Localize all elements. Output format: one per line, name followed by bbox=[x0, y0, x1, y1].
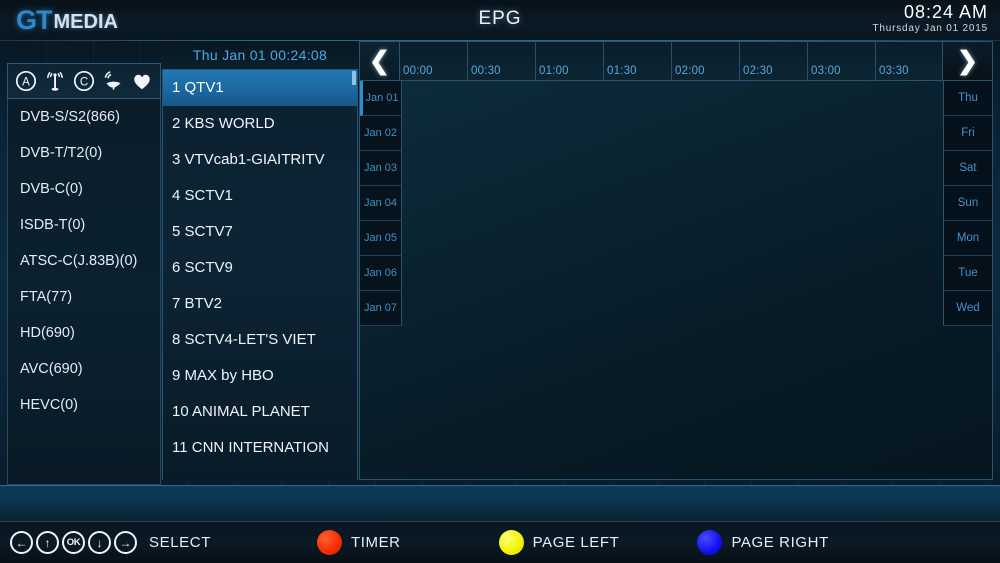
arrow-right-key-icon[interactable]: → bbox=[114, 531, 137, 554]
day-cell[interactable]: Tue bbox=[943, 256, 992, 291]
date-cell[interactable]: Jan 01 bbox=[360, 81, 402, 116]
timer-label: TIMER bbox=[350, 534, 401, 551]
tuner-icon-bar: A C bbox=[7, 63, 161, 99]
page-right-label: PAGE RIGHT bbox=[731, 534, 829, 551]
filter-row[interactable]: ATSC-C(J.83B)(0) bbox=[8, 243, 160, 279]
filter-row[interactable]: DVB-C(0) bbox=[8, 171, 160, 207]
filter-row[interactable]: DVB-S/S2(866) bbox=[8, 99, 160, 135]
timeline-slot-label: 00:00 bbox=[403, 65, 433, 77]
timeline-slot[interactable]: 00:00 bbox=[400, 42, 468, 80]
channel-row[interactable]: 6 SCTV9 bbox=[163, 250, 357, 286]
ok-key-icon[interactable]: OK bbox=[62, 531, 85, 554]
timeline-slot[interactable]: 01:00 bbox=[536, 42, 604, 80]
channel-row[interactable]: 7 BTV2 bbox=[163, 286, 357, 322]
channel-row[interactable]: 4 SCTV1 bbox=[163, 178, 357, 214]
chevron-right-icon: ❯ bbox=[957, 46, 978, 75]
channel-row-selected[interactable]: 1 QTV1 bbox=[163, 70, 357, 106]
filter-row[interactable]: ISDB-T(0) bbox=[8, 207, 160, 243]
timeline-slot[interactable]: 03:30 bbox=[876, 42, 944, 80]
date-cell[interactable]: Jan 04 bbox=[360, 186, 402, 221]
timeline-slot[interactable]: 02:30 bbox=[740, 42, 808, 80]
channel-row[interactable]: 8 SCTV4-LET'S VIET bbox=[163, 322, 357, 358]
legend-select: ← ↑ OK ↓ → SELECT bbox=[10, 522, 211, 563]
red-button-icon[interactable] bbox=[316, 530, 342, 555]
timeline-slot-label: 03:00 bbox=[811, 65, 841, 77]
page-title: EPG bbox=[478, 8, 522, 29]
heart-icon[interactable] bbox=[130, 69, 154, 93]
date-cell[interactable]: Jan 02 bbox=[360, 116, 402, 151]
circled-a-icon[interactable]: A bbox=[14, 69, 38, 93]
timeline-slot-label: 03:30 bbox=[879, 65, 909, 77]
day-cell[interactable]: Mon bbox=[943, 221, 992, 256]
clock-date: Thursday Jan 01 2015 bbox=[872, 23, 988, 34]
day-cell[interactable]: Sun bbox=[943, 186, 992, 221]
timeline-prev-button[interactable]: ❮ bbox=[360, 42, 400, 80]
circled-c-icon[interactable]: C bbox=[72, 69, 96, 93]
satellite-dish-icon[interactable] bbox=[101, 69, 125, 93]
day-strip: Thu Fri Sat Sun Mon Tue Wed bbox=[943, 81, 992, 326]
timeline-next-button[interactable]: ❯ bbox=[942, 42, 992, 80]
day-cell[interactable]: Wed bbox=[943, 291, 992, 326]
timeline-slot[interactable]: 02:00 bbox=[672, 42, 740, 80]
main-area: A C DVB-S/S2(866) DVB-T/T2(0) DVB-C(0) I… bbox=[0, 41, 1000, 485]
filter-row[interactable]: AVC(690) bbox=[8, 351, 160, 387]
day-cell[interactable]: Thu bbox=[943, 81, 992, 116]
filter-row[interactable]: HD(690) bbox=[8, 315, 160, 351]
day-cell[interactable]: Fri bbox=[943, 116, 992, 151]
chevron-left-icon: ❮ bbox=[369, 46, 390, 75]
channel-row[interactable]: 5 SCTV7 bbox=[163, 214, 357, 250]
filter-panel: A C DVB-S/S2(866) DVB-T/T2(0) DVB-C(0) I… bbox=[7, 63, 161, 485]
arrow-down-key-icon[interactable]: ↓ bbox=[88, 531, 111, 554]
svg-text:A: A bbox=[23, 76, 31, 88]
footer-legend-bar: ← ↑ OK ↓ → SELECT TIMER PAGE LEFT PAGE R… bbox=[0, 521, 1000, 563]
filter-row[interactable]: DVB-T/T2(0) bbox=[8, 135, 160, 171]
channel-list-scrollbar[interactable] bbox=[352, 71, 356, 85]
legend-page-right[interactable]: PAGE RIGHT bbox=[697, 522, 828, 563]
channel-row[interactable]: 9 MAX by HBO bbox=[163, 358, 357, 394]
channel-row[interactable]: 2 KBS WORLD bbox=[163, 106, 357, 142]
timeline-slot-label: 02:00 bbox=[675, 65, 705, 77]
clock: 08:24 AM Thursday Jan 01 2015 bbox=[872, 2, 988, 36]
channel-row[interactable]: 11 CNN INTERNATION bbox=[163, 430, 357, 466]
day-cell[interactable]: Sat bbox=[943, 151, 992, 186]
page-left-label: PAGE LEFT bbox=[532, 534, 620, 551]
timeline-slot[interactable]: 00:30 bbox=[468, 42, 536, 80]
epg-grid-panel: ❮ 00:00 00:30 01:00 01:30 02:00 02:30 03… bbox=[359, 41, 993, 485]
timeline-bar: ❮ 00:00 00:30 01:00 01:30 02:00 02:30 03… bbox=[359, 41, 993, 81]
channel-panel: Thu Jan 01 00:24:08 1 QTV1 2 KBS WORLD 3… bbox=[162, 41, 358, 485]
timeline-slot[interactable]: 01:30 bbox=[604, 42, 672, 80]
date-cell[interactable]: Jan 07 bbox=[360, 291, 402, 326]
timeline-slot[interactable]: 03:00 bbox=[808, 42, 876, 80]
channel-list-header: Thu Jan 01 00:24:08 bbox=[162, 41, 358, 69]
epg-program-grid: Jan 01 Jan 02 Jan 03 Jan 04 Jan 05 Jan 0… bbox=[359, 81, 993, 480]
timeline-slot-label: 02:30 bbox=[743, 65, 773, 77]
timeline-slots: 00:00 00:30 01:00 01:30 02:00 02:30 03:0… bbox=[400, 42, 944, 80]
yellow-button-icon[interactable] bbox=[498, 530, 524, 555]
timeline-slot-label: 01:30 bbox=[607, 65, 637, 77]
date-strip: Jan 01 Jan 02 Jan 03 Jan 04 Jan 05 Jan 0… bbox=[360, 81, 402, 326]
blue-button-icon[interactable] bbox=[697, 530, 723, 555]
select-label: SELECT bbox=[149, 534, 211, 551]
date-cell[interactable]: Jan 03 bbox=[360, 151, 402, 186]
clock-time: 08:24 AM bbox=[903, 2, 988, 22]
channel-list: 1 QTV1 2 KBS WORLD 3 VTVcab1-GIAITRITV 4… bbox=[162, 69, 358, 480]
epg-screen: GT MEDIA EPG 08:24 AM Thursday Jan 01 201… bbox=[0, 0, 1000, 563]
app-header: GT MEDIA EPG 08:24 AM Thursday Jan 01 201… bbox=[0, 0, 1000, 41]
filter-row[interactable]: FTA(77) bbox=[8, 279, 160, 315]
channel-row[interactable]: 3 VTVcab1-GIAITRITV bbox=[163, 142, 357, 178]
arrow-left-key-icon[interactable]: ← bbox=[10, 531, 33, 554]
antenna-icon[interactable] bbox=[43, 69, 67, 93]
legend-page-left[interactable]: PAGE LEFT bbox=[498, 522, 620, 563]
arrow-up-key-icon[interactable]: ↑ bbox=[36, 531, 59, 554]
timeline-slot-label: 01:00 bbox=[539, 65, 569, 77]
lower-glow-strip bbox=[0, 485, 1000, 521]
legend-timer[interactable]: TIMER bbox=[316, 522, 401, 563]
channel-row[interactable]: 10 ANIMAL PLANET bbox=[163, 394, 357, 430]
filter-list: DVB-S/S2(866) DVB-T/T2(0) DVB-C(0) ISDB-… bbox=[7, 99, 161, 485]
timeline-slot-label: 00:30 bbox=[471, 65, 501, 77]
date-cell[interactable]: Jan 05 bbox=[360, 221, 402, 256]
filter-row[interactable]: HEVC(0) bbox=[8, 387, 160, 423]
svg-text:C: C bbox=[80, 76, 88, 88]
date-cell[interactable]: Jan 06 bbox=[360, 256, 402, 291]
